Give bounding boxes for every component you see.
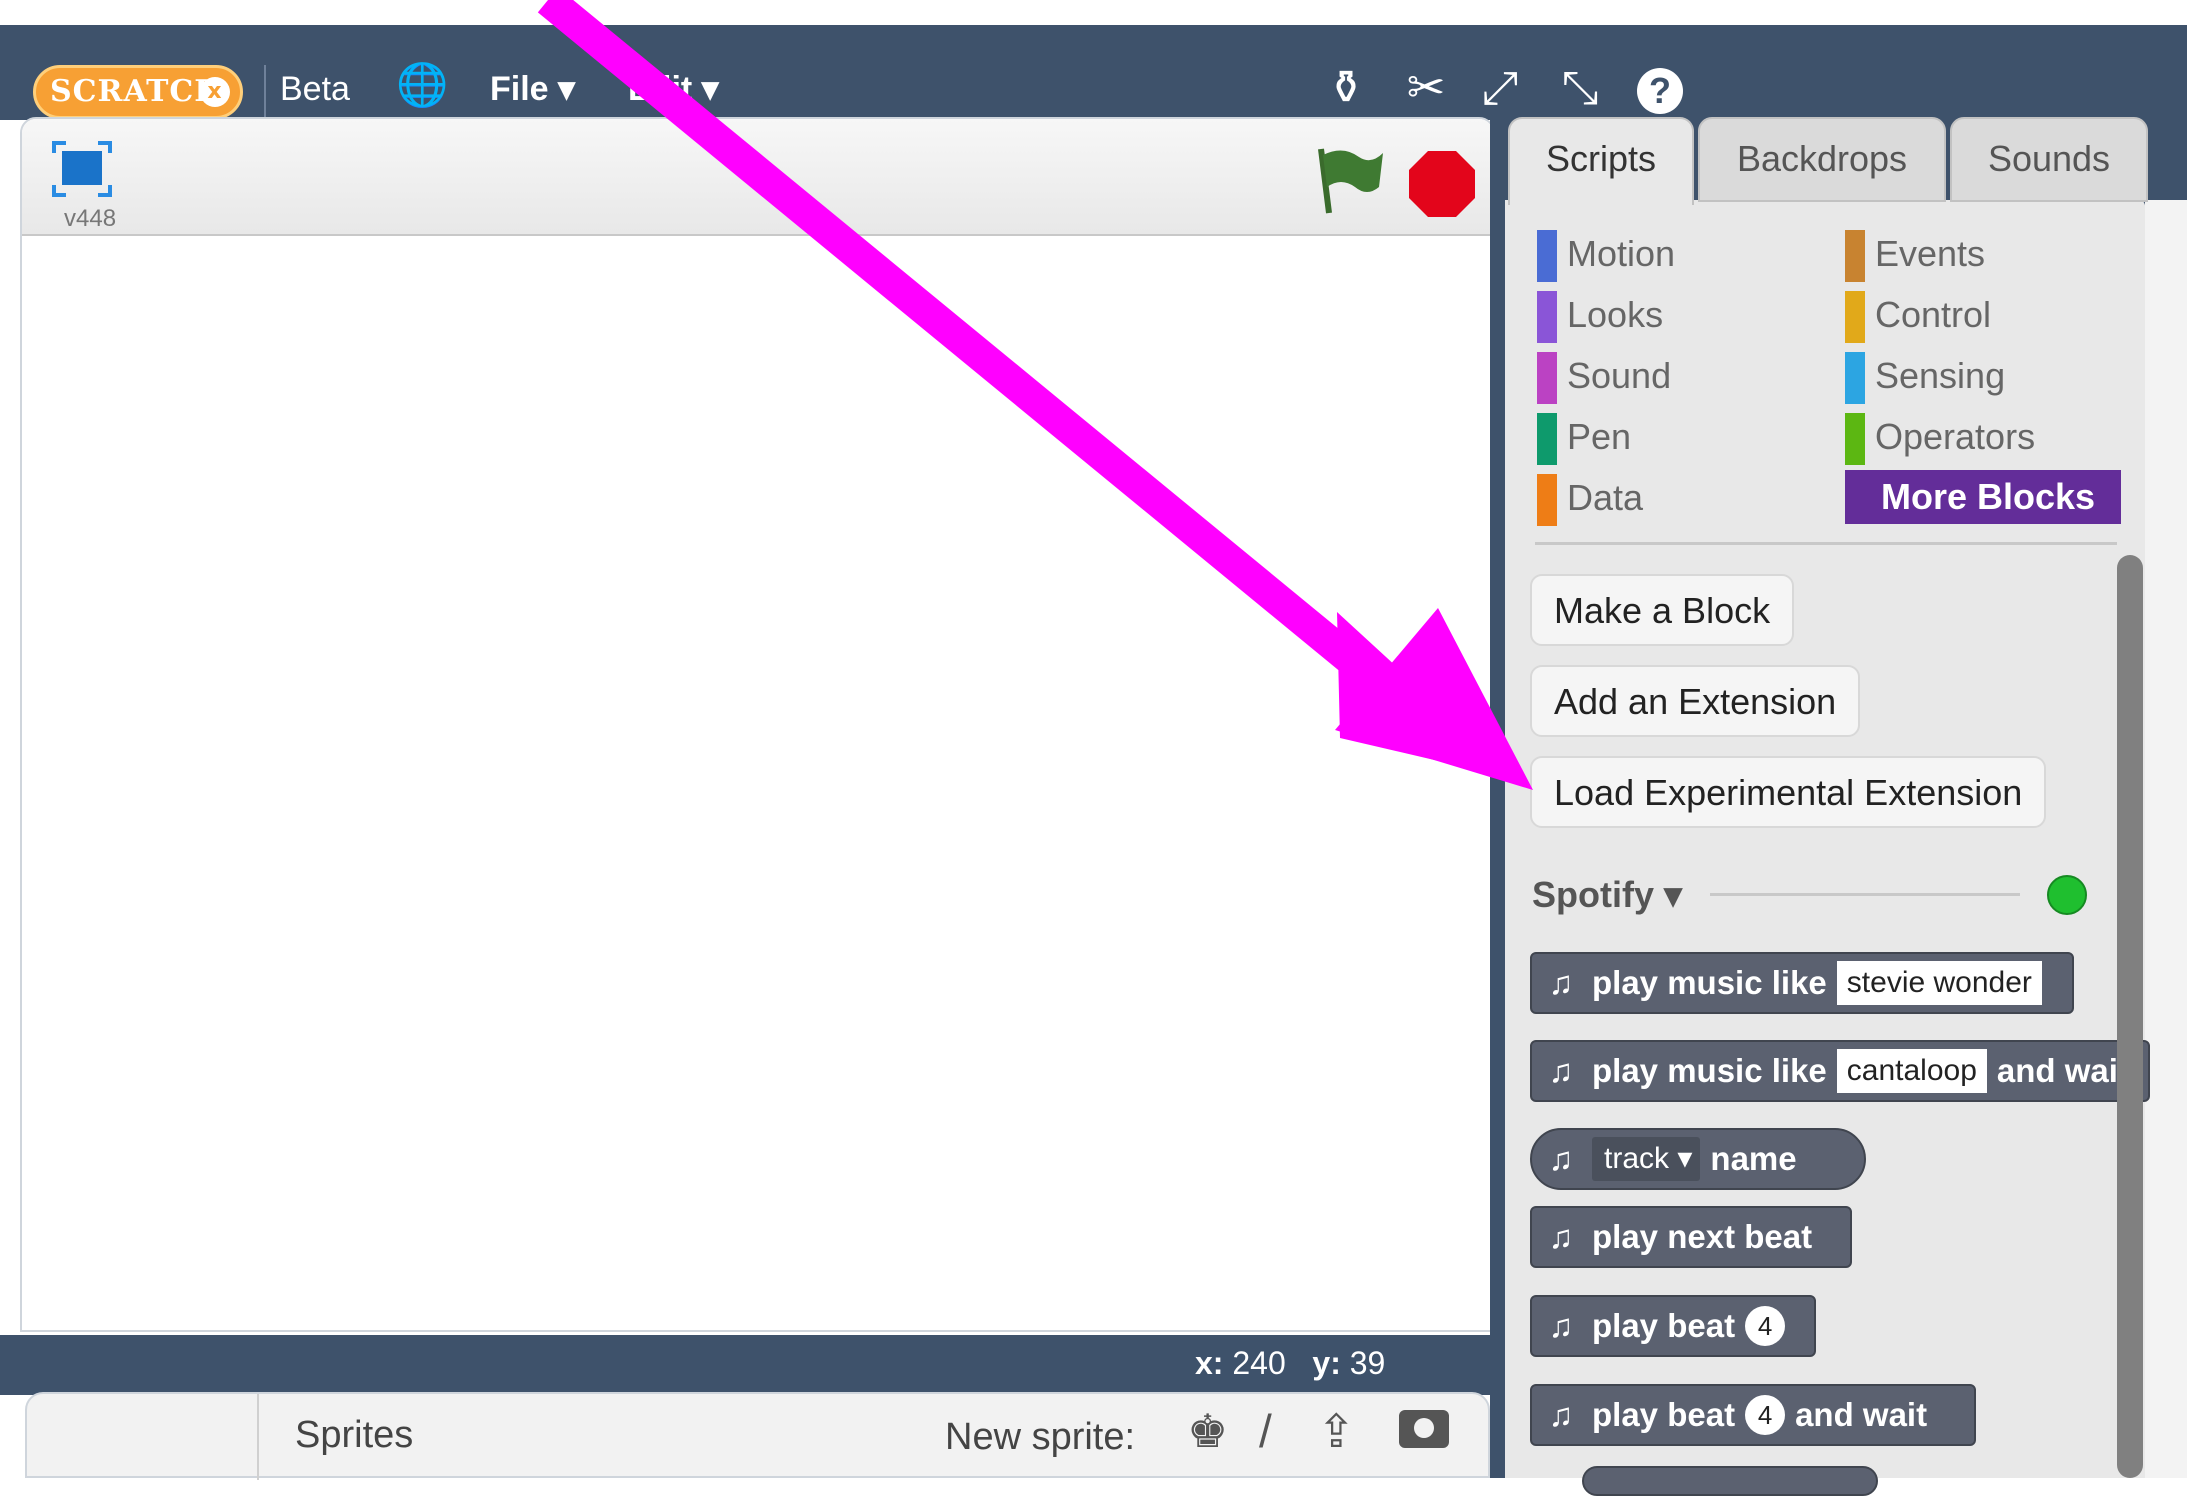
arrow-tip — [1335, 608, 1533, 790]
annotation-arrow — [537, 0, 1533, 790]
arrow-shaft — [537, 0, 1411, 713]
